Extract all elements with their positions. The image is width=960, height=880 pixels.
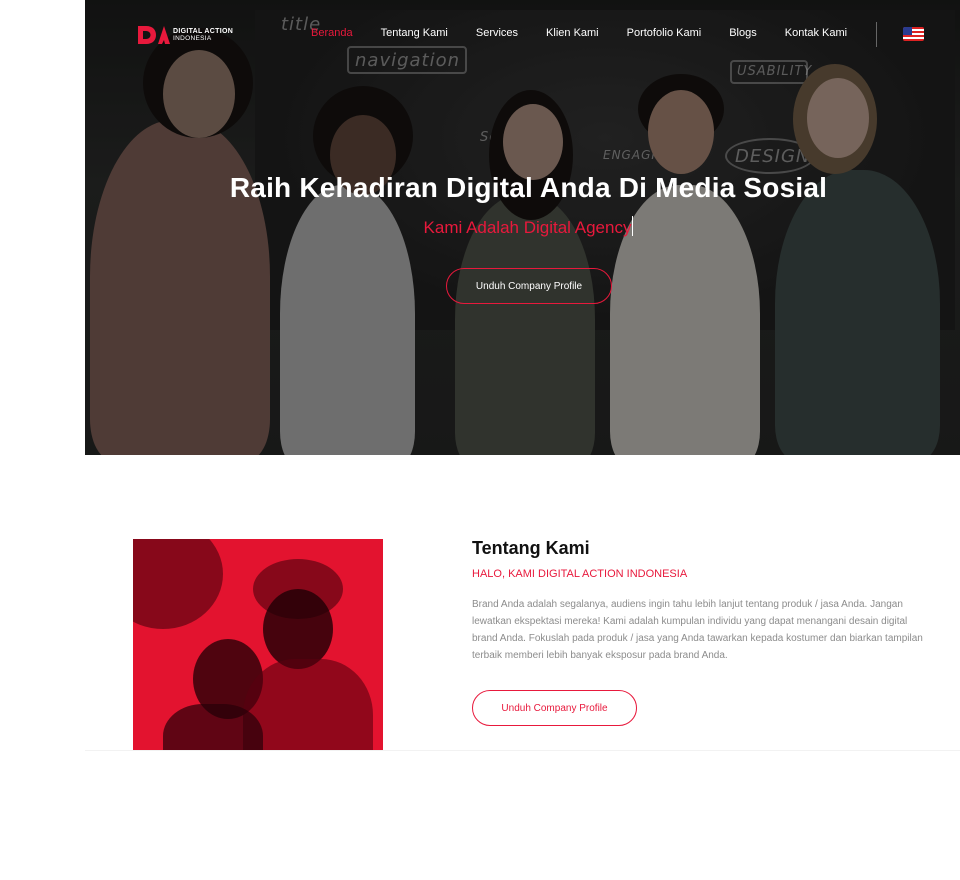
brand-name-line2: INDONESIA: [173, 35, 212, 42]
hero-download-profile-button[interactable]: Unduh Company Profile: [446, 268, 612, 304]
nav-item-beranda[interactable]: Beranda: [311, 27, 353, 39]
section-divider: [85, 750, 960, 751]
about-description: Brand Anda adalah segalanya, audiens ing…: [472, 599, 923, 661]
image-shadow: [133, 539, 223, 629]
nav-item-services[interactable]: Services: [476, 27, 518, 39]
nav-menu: Beranda Tentang Kami Services Klien Kami…: [311, 27, 875, 39]
hero-section: title navigation Services USABILITY ENGA…: [85, 0, 960, 455]
nav-item-klien-kami[interactable]: Klien Kami: [546, 27, 599, 39]
about-title: Tentang Kami: [472, 538, 590, 558]
da-logo-icon: [138, 25, 170, 45]
about-subtitle: HALO, KAMI DIGITAL ACTION INDONESIA: [472, 568, 688, 580]
main-navigation: DIGITAL ACTION INDONESIA Beranda Tentang…: [85, 0, 960, 70]
person-figure: [163, 704, 263, 750]
about-download-profile-button[interactable]: Unduh Company Profile: [472, 690, 637, 726]
typing-cursor: [632, 216, 634, 236]
hero-subtitle: Kami Adalah Digital Agency: [85, 216, 960, 238]
nav-item-portofolio-kami[interactable]: Portofolio Kami: [627, 27, 702, 39]
nav-item-tentang-kami[interactable]: Tentang Kami: [381, 27, 448, 39]
hero-title: Raih Kehadiran Digital Anda Di Media Sos…: [229, 172, 828, 203]
brand-name: DIGITAL ACTION INDONESIA: [173, 28, 233, 42]
nav-item-blogs[interactable]: Blogs: [729, 27, 757, 39]
us-flag-icon[interactable]: [903, 27, 924, 41]
about-image: [133, 539, 383, 750]
nav-item-kontak-kami[interactable]: Kontak Kami: [785, 27, 847, 39]
page: title navigation Services USABILITY ENGA…: [85, 0, 960, 880]
hero-subtitle-text: Kami Adalah Digital Agency: [423, 218, 632, 237]
brand-name-line1: DIGITAL ACTION: [173, 28, 234, 35]
brand-logo[interactable]: DIGITAL ACTION INDONESIA: [138, 25, 233, 45]
nav-divider: [876, 22, 877, 47]
person-head: [263, 589, 333, 669]
